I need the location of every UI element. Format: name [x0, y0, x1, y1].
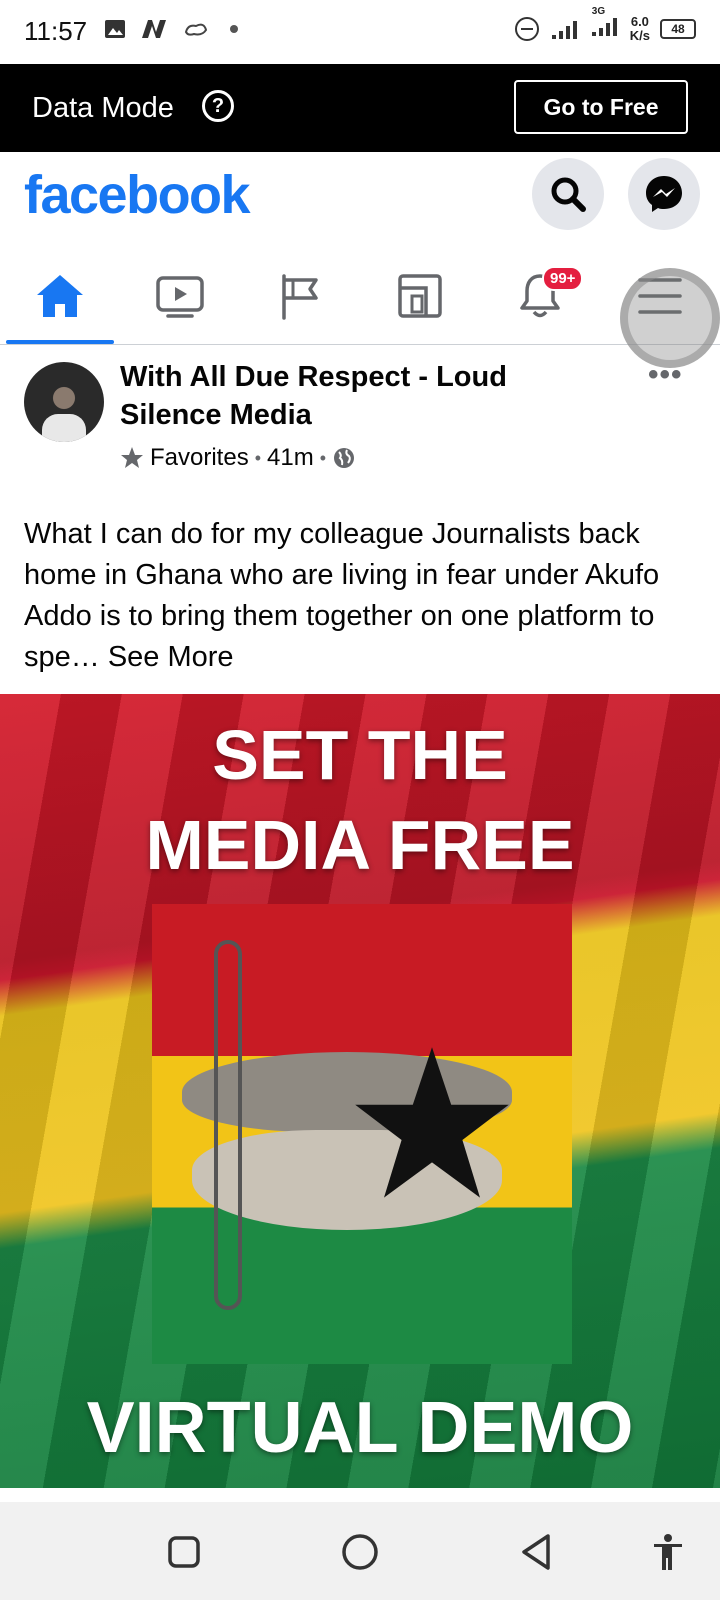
signal-3g: 3G [590, 6, 620, 43]
ghana-flag-image [152, 904, 572, 1364]
help-icon[interactable]: ? [202, 90, 234, 122]
data-mode-banner: Data Mode ? Go to Free [0, 64, 720, 152]
home-button[interactable] [338, 1530, 382, 1574]
battery-level: 48 [671, 21, 685, 36]
network-type: 3G [591, 6, 606, 17]
tab-watch[interactable] [120, 248, 240, 344]
image-text-line3: VIRTUAL DEMO [86, 1388, 634, 1468]
speed-unit: K/s [629, 27, 650, 43]
globe-icon [334, 448, 355, 468]
go-to-free-button[interactable]: Go to Free [514, 80, 688, 134]
recents-button[interactable] [162, 1530, 206, 1574]
star-icon [121, 447, 143, 468]
more-options-icon[interactable]: ••• [648, 358, 683, 392]
post-meta: Favorites • 41m • [120, 444, 356, 472]
notification-badge: 99+ [542, 266, 584, 291]
separator-dot: • [254, 447, 262, 468]
notification-icons [104, 18, 238, 40]
feeds-icon [398, 274, 442, 318]
app-n-icon [142, 20, 166, 38]
messenger-icon [646, 176, 682, 212]
dnd-icon [514, 16, 539, 41]
tab-notifications[interactable]: 99+ [480, 248, 600, 344]
system-icons: 3G 6.0 K/s 48 [514, 6, 696, 43]
data-mode-label: Data Mode [32, 92, 174, 124]
avatar[interactable] [24, 362, 104, 442]
post-image[interactable]: SET THE MEDIA FREE VIRTUAL DEMO [0, 694, 720, 1488]
tab-feeds[interactable] [360, 248, 480, 344]
signal-icon-2 [591, 18, 617, 36]
image-icon [105, 20, 125, 38]
favorites-label[interactable]: Favorites [150, 444, 249, 472]
home-icon [37, 275, 83, 317]
accessibility-button[interactable] [646, 1530, 690, 1574]
tab-home[interactable] [0, 248, 120, 344]
black-star-icon [355, 1047, 509, 1198]
status-bar: 11:57 3G 6.0 K/s 48 [0, 0, 720, 64]
post-time[interactable]: 41m [267, 444, 314, 472]
back-button[interactable] [514, 1530, 558, 1574]
post-author[interactable]: With All Due Respect - Loud Silence Medi… [120, 358, 540, 434]
post-header: With All Due Respect - Loud Silence Medi… [0, 344, 720, 484]
search-button[interactable] [532, 158, 604, 230]
signal-icon [551, 20, 577, 39]
image-text-line1: SET THE [212, 716, 508, 794]
system-nav-bar [0, 1502, 720, 1600]
search-icon [551, 177, 586, 212]
tab-pages[interactable] [240, 248, 360, 344]
accessibility-icon [654, 1534, 682, 1570]
app-header: facebook [0, 152, 720, 248]
back-triangle-icon [522, 1534, 550, 1570]
square-icon [168, 1536, 200, 1568]
post-text: What I can do for my colleague Journalis… [24, 514, 704, 678]
see-more-link[interactable]: See More [108, 641, 234, 673]
facebook-logo[interactable]: facebook [24, 164, 251, 226]
safety-pin-icon [214, 940, 242, 1310]
tab-bar: 99+ [0, 248, 720, 345]
more-notifications-dot [230, 25, 238, 33]
speed-value: 6.0 [630, 13, 649, 29]
status-time: 11:57 [24, 16, 88, 46]
image-text-line2: MEDIA FREE [145, 806, 575, 884]
cloud-app-icon [184, 23, 208, 36]
network-speed: 6.0 K/s [629, 13, 650, 43]
battery-icon: 48 [660, 18, 696, 39]
flag-icon [282, 274, 318, 320]
video-icon [156, 276, 204, 318]
separator-dot: • [319, 447, 327, 468]
circle-icon [342, 1534, 378, 1570]
messenger-button[interactable] [628, 158, 700, 230]
